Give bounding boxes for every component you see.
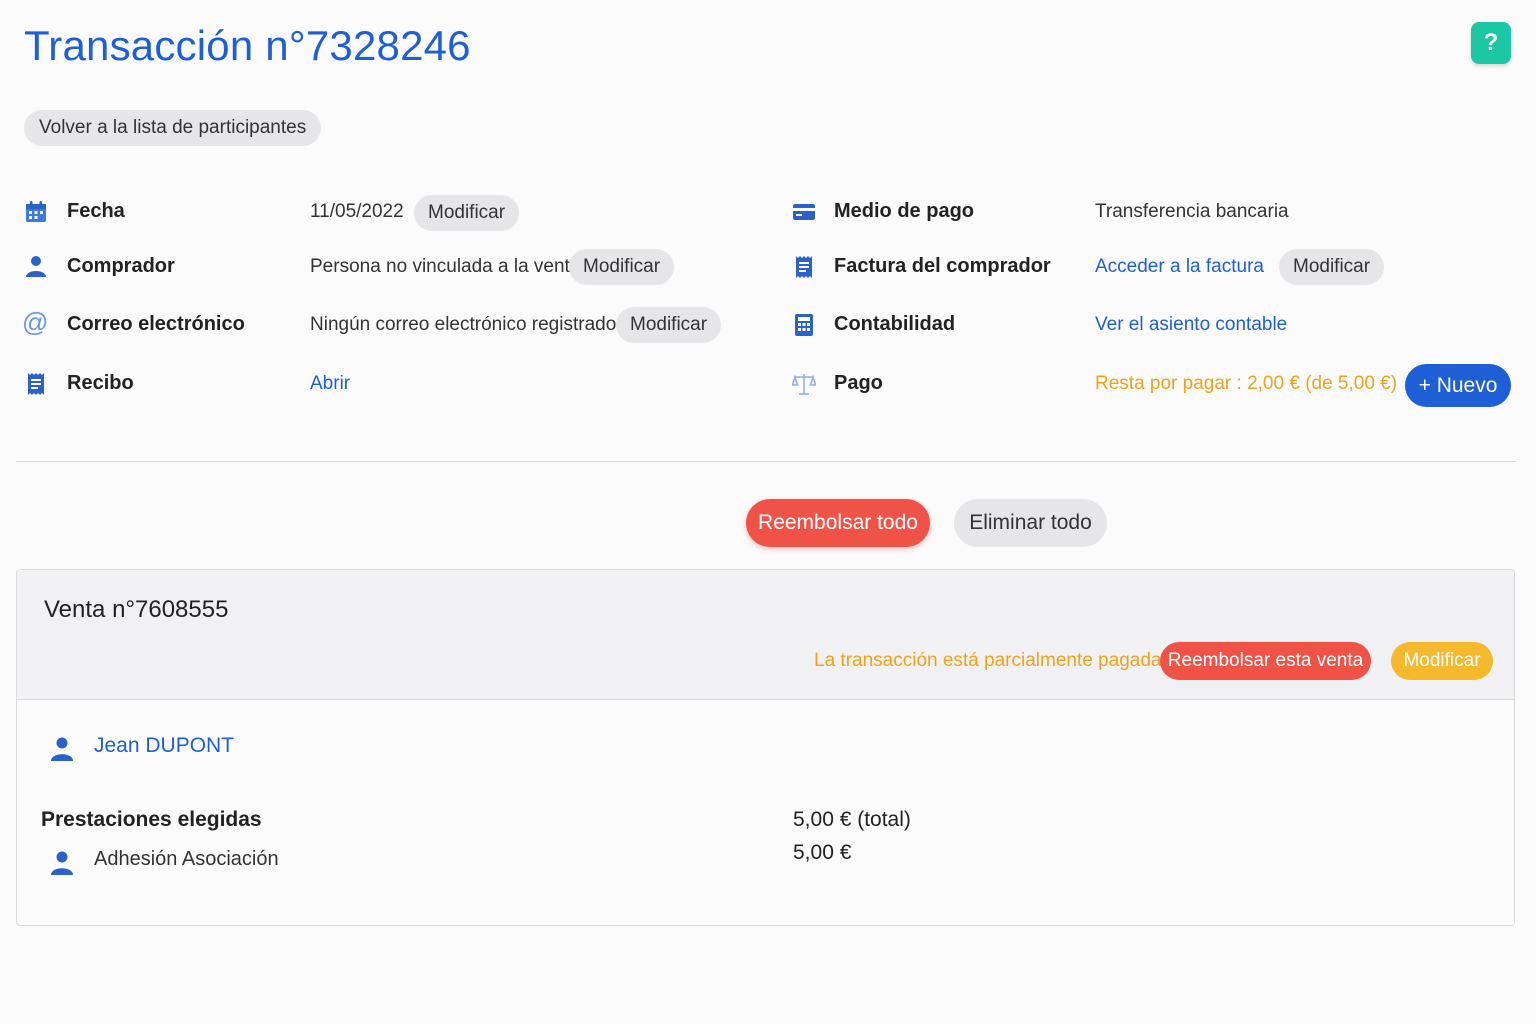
user-icon [51,851,73,875]
payment-label: Pago [834,372,883,394]
remaining-to-pay-text: Resta por pagar : 2,00 € (de 5,00 €) [1095,373,1398,394]
buyer-invoice-label: Factura del comprador [834,255,1051,277]
chosen-services-label: Prestaciones elegidas [41,808,262,831]
refund-all-button[interactable]: Reembolsar todo [746,499,930,547]
calculator-icon [795,314,813,336]
new-payment-button[interactable]: + Nuevo [1405,364,1511,407]
page-title: Transacción n°7328246 [24,22,471,69]
calendar-icon [26,201,46,222]
date-value: 11/05/2022 [310,201,404,222]
open-receipt-link[interactable]: Abrir [310,373,350,395]
invoice-icon [796,256,812,278]
modify-sale-button[interactable]: Modificar [1391,642,1493,680]
sale-status: La transacción está parcialmente pagada. [814,650,1167,671]
modify-invoice-button[interactable]: Modificar [1279,249,1385,285]
buyer-label: Comprador [67,255,175,277]
date-label: Fecha [67,200,125,222]
divider [16,461,1516,462]
service-price: 5,00 € [793,841,852,864]
sale-title: Venta n°7608555 [44,596,229,623]
refund-sale-button[interactable]: Reembolsar esta venta [1160,642,1371,680]
back-to-participants-button[interactable]: Volver a la lista de participantes [24,110,322,146]
participant-name-link[interactable]: Jean DUPONT [94,734,234,758]
scale-icon [792,374,816,395]
modify-buyer-button[interactable]: Modificar [569,249,675,285]
email-label: Correo electrónico [67,313,245,335]
payment-method-value: Transferencia bancaria [1095,201,1289,222]
service-name: Adhesión Asociación [94,848,279,870]
modify-date-button[interactable]: Modificar [414,195,520,231]
user-icon [51,737,73,761]
modify-email-button[interactable]: Modificar [616,307,722,343]
sale-total: 5,00 € (total) [793,808,911,831]
sale-card: Venta n°7608555 La transacción está parc… [16,569,1515,926]
view-accounting-entry-link[interactable]: Ver el asiento contable [1095,314,1287,336]
receipt-label: Recibo [67,372,134,394]
delete-all-button[interactable]: Eliminar todo [954,499,1107,547]
help-button[interactable]: ? [1471,22,1511,64]
access-invoice-link[interactable]: Acceder a la factura [1095,256,1264,278]
payment-method-label: Medio de pago [834,200,974,222]
email-value: Ningún correo electrónico registrado. [310,314,622,335]
accounting-label: Contabilidad [834,313,956,335]
buyer-value: Persona no vinculada a la venta [310,256,581,277]
receipt-icon [28,373,44,395]
user-icon [26,256,46,277]
at-icon: @ [22,307,49,337]
credit-card-icon [793,204,815,220]
sale-card-header: Venta n°7608555 La transacción está parc… [17,570,1514,700]
